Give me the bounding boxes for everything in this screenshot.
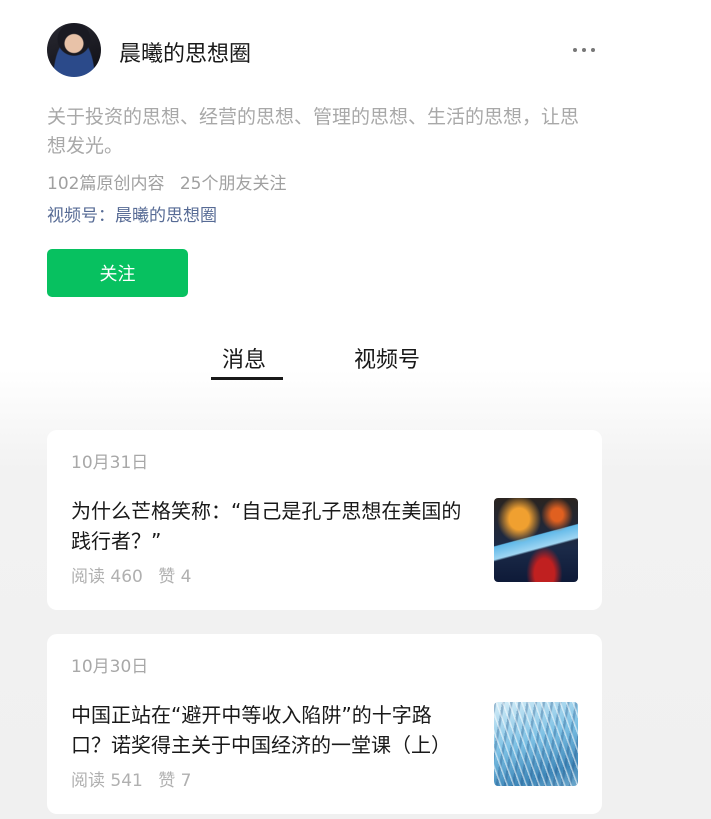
article-card[interactable]: 10月31日 为什么芒格笑称：“自己是孔子思想在美国的践行者？” 阅读 460 … (47, 430, 602, 610)
tab-messages[interactable]: 消息 (222, 342, 266, 374)
article-title[interactable]: 为什么芒格笑称：“自己是孔子思想在美国的践行者？” (71, 496, 471, 556)
channels-link[interactable]: 视频号：晨曦的思想圈 (47, 201, 217, 226)
more-icon[interactable] (571, 45, 597, 55)
tab-channels[interactable]: 视频号 (354, 342, 420, 374)
article-date: 10月31日 (71, 453, 149, 473)
article-thumbnail[interactable] (494, 702, 578, 786)
article-meta: 阅读 460 赞 4 (71, 562, 192, 587)
account-name: 晨曦的思想圈 (119, 42, 252, 67)
read-count: 阅读 541 (71, 771, 143, 791)
active-tab-indicator (211, 377, 283, 380)
article-date: 10月30日 (71, 657, 149, 677)
article-card[interactable]: 10月30日 中国正站在“避开中等收入陷阱”的十字路口？诺奖得主关于中国经济的一… (47, 634, 602, 814)
account-stats: 102篇原创内容 25个朋友关注 (47, 169, 287, 194)
friends-following[interactable]: 25个朋友关注 (180, 174, 287, 194)
follow-button[interactable]: 关注 (47, 249, 188, 297)
profile-header: 晨曦的思想圈 (47, 23, 607, 77)
read-count: 阅读 460 (71, 567, 143, 587)
original-count: 102篇原创内容 (47, 174, 165, 194)
account-description: 关于投资的思想、经营的思想、管理的思想、生活的思想，让思想发光。 (47, 106, 580, 157)
article-title[interactable]: 中国正站在“避开中等收入陷阱”的十字路口？诺奖得主关于中国经济的一堂课（上） (71, 700, 471, 760)
article-thumbnail[interactable] (494, 498, 578, 582)
like-count: 赞 4 (158, 567, 192, 587)
article-meta: 阅读 541 赞 7 (71, 766, 192, 791)
like-count: 赞 7 (158, 771, 192, 791)
avatar[interactable] (47, 23, 101, 77)
